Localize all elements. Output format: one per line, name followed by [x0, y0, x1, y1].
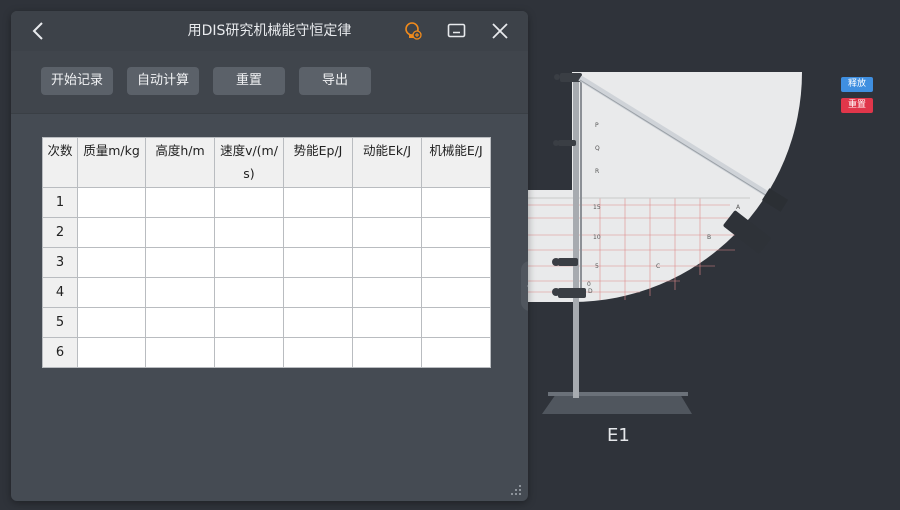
table-cell[interactable]	[145, 217, 215, 248]
table-cell[interactable]	[77, 247, 146, 278]
auto-calculate-button[interactable]: 自动计算	[127, 67, 199, 95]
table-cell[interactable]	[352, 277, 422, 308]
table-row: 3	[42, 247, 491, 278]
panel-toolbar: 开始记录 自动计算 重置 导出	[11, 51, 528, 114]
mark-d: D	[588, 288, 593, 295]
table-cell[interactable]	[283, 277, 353, 308]
table-cell[interactable]	[421, 187, 491, 218]
data-panel: 用DIS研究机械能守恒定律 开始记录 自动计算 重置 导出 次数 质量m/kg …	[11, 11, 528, 501]
table-cell[interactable]	[283, 247, 353, 278]
table-cell[interactable]	[352, 217, 422, 248]
column-header: 质量m/kg	[77, 137, 146, 188]
table-row: 5	[42, 307, 491, 338]
mark-5: 5	[595, 263, 599, 270]
collapse-handle[interactable]	[521, 261, 528, 311]
table-cell[interactable]	[214, 187, 284, 218]
table-cell[interactable]	[421, 307, 491, 338]
data-table: 次数 质量m/kg 高度h/m 速度v/(m/s) 势能Ep/J 动能Ek/J …	[42, 137, 491, 368]
close-button[interactable]	[491, 22, 509, 40]
panel-titlebar[interactable]: 用DIS研究机械能守恒定律	[11, 11, 528, 51]
table-cell[interactable]	[77, 337, 146, 368]
hint-button[interactable]	[403, 21, 423, 41]
column-header: 动能Ek/J	[352, 137, 422, 188]
row-index: 6	[42, 337, 78, 368]
mark-p: P	[595, 122, 599, 129]
row-index: 2	[42, 217, 78, 248]
table-cell[interactable]	[352, 337, 422, 368]
table-cell[interactable]	[283, 337, 353, 368]
column-header: 机械能E/J	[421, 137, 491, 188]
mark-q: Q	[595, 145, 600, 152]
export-button[interactable]: 导出	[299, 67, 371, 95]
table-cell[interactable]	[145, 247, 215, 278]
mark-15: 15	[593, 204, 601, 211]
row-index: 1	[42, 187, 78, 218]
table-cell[interactable]	[145, 307, 215, 338]
resize-grip[interactable]	[509, 482, 523, 496]
minimize-button[interactable]	[447, 22, 467, 40]
column-header: 速度v/(m/s)	[214, 137, 284, 188]
back-button[interactable]	[29, 21, 49, 41]
table-row: 6	[42, 337, 491, 368]
row-index: 5	[42, 307, 78, 338]
table-cell[interactable]	[214, 307, 284, 338]
mark-10: 10	[593, 234, 601, 241]
mark-0: 0	[587, 281, 591, 288]
table-cell[interactable]	[214, 277, 284, 308]
energy-label: E1	[607, 425, 630, 446]
table-cell[interactable]	[352, 187, 422, 218]
table-header-row: 次数 质量m/kg 高度h/m 速度v/(m/s) 势能Ep/J 动能Ek/J …	[42, 137, 491, 188]
scene-reset-button[interactable]: 重置	[841, 98, 873, 113]
mark-r: R	[595, 168, 599, 175]
table-cell[interactable]	[214, 247, 284, 278]
table-cell[interactable]	[421, 337, 491, 368]
release-button[interactable]: 释放	[841, 77, 873, 92]
table-cell[interactable]	[283, 187, 353, 218]
table-cell[interactable]	[214, 217, 284, 248]
table-cell[interactable]	[352, 247, 422, 278]
row-index: 3	[42, 247, 78, 278]
table-cell[interactable]	[77, 307, 146, 338]
table-body: 123456	[42, 187, 491, 368]
table-row: 2	[42, 217, 491, 248]
stand-base	[542, 394, 692, 414]
reset-button[interactable]: 重置	[213, 67, 285, 95]
column-header: 高度h/m	[145, 137, 215, 188]
resize-icon	[511, 485, 521, 495]
table-cell[interactable]	[283, 217, 353, 248]
stand-pole	[573, 76, 579, 398]
column-header: 次数	[42, 137, 78, 188]
table-cell[interactable]	[421, 247, 491, 278]
column-header: 势能Ep/J	[283, 137, 353, 188]
chevron-left-icon	[32, 22, 43, 40]
table-cell[interactable]	[145, 337, 215, 368]
table-cell[interactable]	[77, 217, 146, 248]
close-icon	[492, 23, 508, 39]
chevron-left-icon	[527, 284, 528, 288]
table-cell[interactable]	[77, 277, 146, 308]
row-index: 4	[42, 277, 78, 308]
table-cell[interactable]	[283, 307, 353, 338]
table-row: 1	[42, 187, 491, 218]
table-cell[interactable]	[421, 277, 491, 308]
table-row: 4	[42, 277, 491, 308]
table-cell[interactable]	[145, 187, 215, 218]
lightbulb-icon	[405, 22, 422, 40]
mark-c: C	[656, 263, 660, 270]
mark-b: B	[707, 234, 711, 241]
table-cell[interactable]	[352, 307, 422, 338]
table-cell[interactable]	[77, 187, 146, 218]
table-cell[interactable]	[421, 217, 491, 248]
table-cell[interactable]	[214, 337, 284, 368]
table-cell[interactable]	[145, 277, 215, 308]
start-recording-button[interactable]: 开始记录	[41, 67, 113, 95]
minimize-icon	[447, 23, 466, 38]
